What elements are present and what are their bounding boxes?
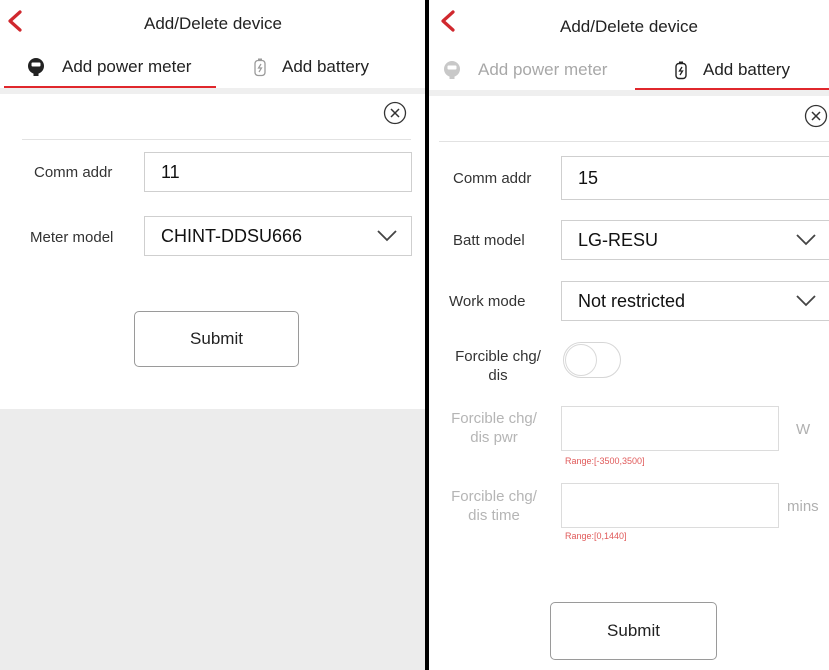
- batt-model-label: Batt model: [453, 232, 525, 249]
- submit-button[interactable]: Submit: [134, 311, 299, 367]
- separator-strip: [0, 88, 425, 94]
- meter-model-select[interactable]: CHINT-DDSU666: [144, 216, 412, 256]
- tab-label: Add power meter: [478, 60, 608, 79]
- chevron-down-icon: [796, 295, 816, 307]
- tab-label: Add battery: [703, 60, 790, 79]
- forcible-chg-dis-toggle[interactable]: [563, 342, 621, 378]
- comm-addr-input[interactable]: 15: [561, 156, 829, 200]
- meter-model-value: CHINT-DDSU666: [161, 225, 303, 246]
- work-mode-value: Not restricted: [578, 290, 686, 311]
- tab-add-power-meter[interactable]: Add power meter: [26, 57, 191, 77]
- tab-label: Add power meter: [62, 57, 192, 76]
- forcible-pwr-input[interactable]: [561, 406, 779, 451]
- power-meter-icon: [444, 61, 460, 79]
- meter-model-label: Meter model: [30, 229, 114, 246]
- forcible-time-label: Forcible chg/ dis time: [451, 488, 537, 524]
- comm-addr-label: Comm addr: [453, 170, 532, 187]
- close-icon[interactable]: [804, 104, 828, 128]
- forcible-time-input[interactable]: [561, 483, 779, 528]
- time-range-hint: Range:[0,1440]: [565, 531, 627, 541]
- batt-model-value: LG-RESU: [578, 229, 659, 250]
- batt-model-select[interactable]: LG-RESU: [561, 220, 829, 260]
- chevron-down-icon: [796, 234, 816, 246]
- divider: [22, 139, 411, 140]
- empty-area: [0, 409, 425, 670]
- chevron-down-icon: [377, 230, 397, 242]
- back-arrow-icon[interactable]: [439, 10, 457, 32]
- battery-icon: [675, 61, 687, 80]
- work-mode-label: Work mode: [449, 293, 526, 310]
- tab-add-battery[interactable]: Add battery: [671, 60, 790, 80]
- power-meter-screen: Add/Delete device Add power meter Add ba…: [0, 0, 425, 670]
- battery-icon: [254, 58, 266, 77]
- forcible-chg-dis-label: Forcible chg/ dis: [455, 348, 541, 384]
- divider: [439, 141, 829, 142]
- comm-addr-label: Comm addr: [34, 164, 113, 181]
- battery-screen: Add/Delete device Add power meter Add ba…: [429, 0, 829, 670]
- tab-add-power-meter[interactable]: Add power meter: [442, 60, 607, 80]
- back-arrow-icon[interactable]: [6, 10, 24, 32]
- time-unit: mins: [787, 498, 819, 515]
- power-meter-icon: [28, 58, 44, 76]
- page-title: Add/Delete device: [560, 17, 698, 36]
- separator-strip: [429, 90, 829, 96]
- work-mode-select[interactable]: Not restricted: [561, 281, 829, 321]
- pwr-unit: W: [796, 421, 811, 438]
- close-icon[interactable]: [383, 101, 407, 125]
- page-title: Add/Delete device: [144, 14, 282, 33]
- tab-label: Add battery: [282, 57, 369, 76]
- comm-addr-value: 11: [161, 161, 180, 182]
- comm-addr-input[interactable]: 11: [144, 152, 412, 192]
- pwr-range-hint: Range:[-3500,3500]: [565, 456, 645, 466]
- tab-add-battery[interactable]: Add battery: [250, 57, 369, 77]
- submit-button[interactable]: Submit: [550, 602, 717, 660]
- comm-addr-value: 15: [578, 167, 599, 188]
- forcible-pwr-label: Forcible chg/ dis pwr: [451, 410, 537, 446]
- toggle-knob: [565, 344, 597, 376]
